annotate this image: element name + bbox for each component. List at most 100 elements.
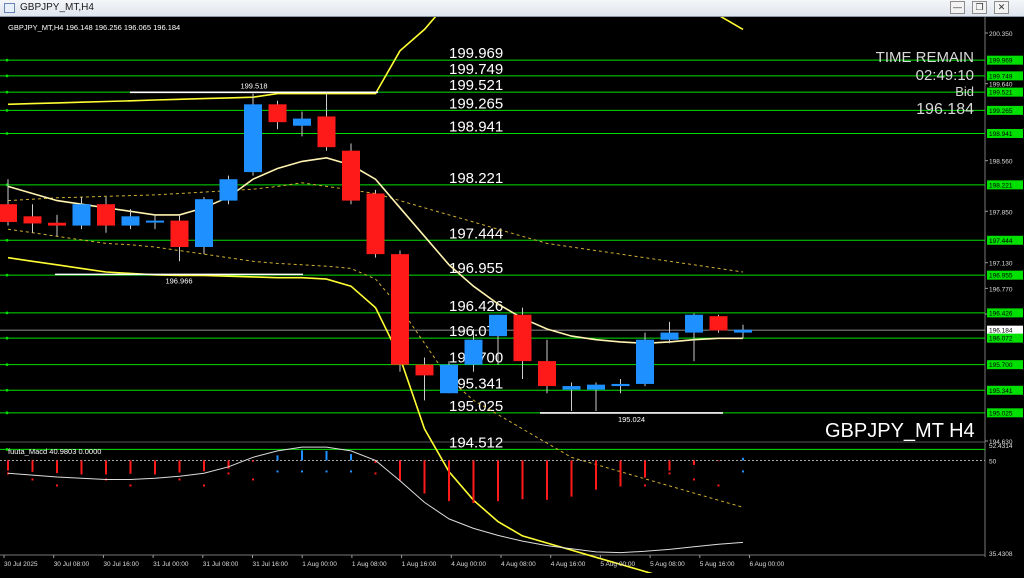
candle-bull xyxy=(611,383,630,387)
time-remain-value: 02:49:10 xyxy=(916,67,974,84)
candle-bear xyxy=(391,254,409,365)
macd-signal-dot xyxy=(423,484,426,487)
macd-signal-dot xyxy=(178,478,181,481)
candle-bear xyxy=(366,193,385,255)
x-tick-label: 30 Jul 08:00 xyxy=(54,561,90,568)
x-tick-label: 31 Jul 00:00 xyxy=(153,561,189,568)
candle-bear xyxy=(317,116,336,148)
level-dot xyxy=(5,411,9,415)
macd-signal-dot xyxy=(80,472,83,475)
window-title: GBPJPY_MT,H4 xyxy=(20,2,94,13)
candle-bear xyxy=(538,361,556,387)
restore-button[interactable]: ❐ xyxy=(972,1,987,14)
candle-bull xyxy=(464,339,483,365)
level-label: 195.025 xyxy=(449,398,503,415)
symbol-watermark: GBPJPY_MT H4 xyxy=(825,420,975,442)
level-dot xyxy=(5,238,9,242)
level-label: 199.749 xyxy=(449,61,503,78)
level-label: 194.512 xyxy=(449,434,503,451)
level-price-tag-text: 196.955 xyxy=(989,273,1013,280)
level-dot xyxy=(5,132,9,135)
x-tick-label: 6 Aug 00:00 xyxy=(750,561,785,568)
price-chart-svg[interactable]: 199.969199.749199.521199.265198.941198.2… xyxy=(0,0,1024,578)
marker-label: 195.024 xyxy=(618,415,645,424)
macd-signal-dot xyxy=(497,484,499,487)
macd-signal-dot xyxy=(56,484,58,487)
macd-label: fuuta_Macd 40.9803 0.0000 xyxy=(8,447,101,456)
x-tick-label: 5 Aug 00:00 xyxy=(600,561,635,568)
macd-signal-dot xyxy=(668,472,671,475)
symbol-ohlc-text: GBPJPY_MT,H4 196.148 196.256 196.065 196… xyxy=(8,23,180,32)
x-tick-label: 31 Jul 08:00 xyxy=(203,561,239,568)
candle-bull xyxy=(489,314,507,337)
x-tick-label: 4 Aug 08:00 xyxy=(501,561,536,568)
chart-area[interactable]: 199.969 199.749 199.521 199.265 198.941 198.2… xyxy=(0,0,1024,578)
time-remain-label: TIME REMAIN xyxy=(876,49,974,66)
candle-bear xyxy=(709,316,728,331)
level-price-tag-text: 199.521 xyxy=(989,90,1013,97)
level-dot xyxy=(5,273,9,277)
x-tick-label: 5 Aug 16:00 xyxy=(700,561,735,568)
level-dot xyxy=(5,74,9,78)
macd-signal-dot xyxy=(203,484,205,487)
macd-y-tick-label: 35.4308 xyxy=(989,551,1013,558)
candle-bull xyxy=(562,386,581,390)
x-tick-label: 1 Aug 08:00 xyxy=(352,561,387,568)
candle-bear xyxy=(48,222,66,226)
level-price-tag-text: 197.444 xyxy=(989,238,1013,245)
x-tick-label: 30 Jul 2025 xyxy=(4,561,38,568)
marker-label: 196.966 xyxy=(165,276,192,285)
candle-bull xyxy=(293,118,311,126)
y-tick-label: 198.560 xyxy=(989,159,1013,166)
candle-bear xyxy=(23,216,42,224)
level-dot xyxy=(5,108,9,112)
level-price-tag-text: 199.969 xyxy=(989,58,1013,65)
x-tick-label: 31 Jul 16:00 xyxy=(253,561,289,568)
y-tick-label: 197.850 xyxy=(989,209,1013,216)
candle-bull xyxy=(146,220,164,223)
level-price-tag-text: 196.426 xyxy=(989,310,1013,317)
level-label: 198.221 xyxy=(449,170,503,187)
level-dot xyxy=(5,336,9,340)
macd-signal-dot xyxy=(129,484,132,487)
bid-price-tag-text: 196.184 xyxy=(989,328,1013,335)
candle-bull xyxy=(660,332,679,340)
candle-bull xyxy=(636,339,654,384)
level-price-tag-text: 195.341 xyxy=(989,388,1013,395)
minimize-button[interactable]: — xyxy=(950,1,965,14)
level-price-tag-text: 196.072 xyxy=(989,336,1013,343)
candle-bull xyxy=(440,364,458,394)
candle-bull xyxy=(587,384,605,390)
window-titlebar[interactable]: GBPJPY_MT,H4 — ❐ ✕ xyxy=(0,0,1024,17)
chart-window-icon xyxy=(4,3,15,13)
macd-signal-dot xyxy=(472,478,475,481)
candle-bull xyxy=(72,204,91,226)
level-price-tag-text: 195.025 xyxy=(989,410,1013,417)
level-label: 199.969 xyxy=(449,45,503,62)
x-tick-label: 5 Aug 08:00 xyxy=(650,561,685,568)
candle-bull xyxy=(121,216,140,226)
candle-bear xyxy=(415,364,434,376)
level-label: 196.955 xyxy=(449,260,503,277)
marker-label: 199.518 xyxy=(240,81,267,90)
level-dot xyxy=(5,311,9,315)
candle-bear xyxy=(513,314,532,362)
macd-signal-dot xyxy=(619,478,622,481)
candle-bull xyxy=(244,104,262,173)
level-label: 198.941 xyxy=(449,119,503,136)
x-tick-label: 4 Aug 16:00 xyxy=(551,561,586,568)
level-price-tag-text: 198.221 xyxy=(989,182,1013,189)
macd-signal-dot xyxy=(693,478,695,481)
macd-y-tick-label: 52.4314 xyxy=(989,443,1013,450)
candle-bull xyxy=(219,179,238,201)
level-dot xyxy=(5,363,9,367)
close-button[interactable]: ✕ xyxy=(994,1,1009,14)
level-price-tag-text: 199.749 xyxy=(989,73,1013,80)
macd-signal-dot xyxy=(350,470,352,473)
macd-signal-dot xyxy=(742,470,744,473)
candle-bear xyxy=(97,204,115,226)
candle-bull xyxy=(734,329,752,333)
level-price-tag-text: 199.265 xyxy=(989,108,1013,115)
macd-signal-dot xyxy=(227,472,230,475)
level-dot xyxy=(5,90,9,94)
